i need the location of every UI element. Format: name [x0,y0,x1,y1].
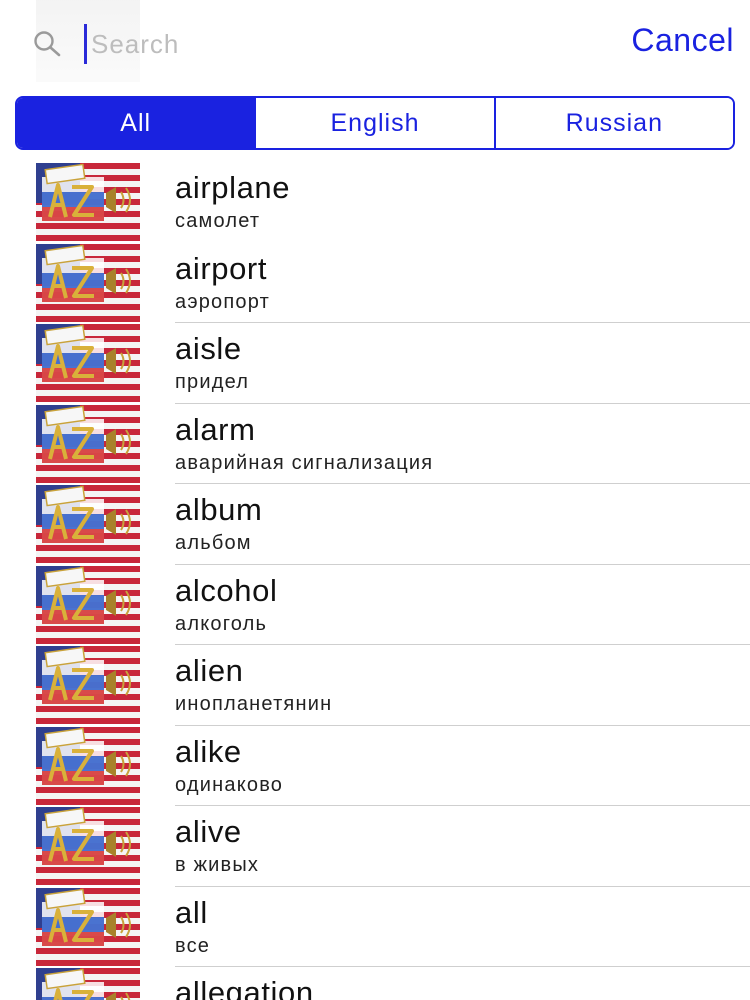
word-label: alarm [175,411,256,447]
az-dictionary-flag-icon [36,807,140,885]
list-item-7[interactable]: alike одинаково [0,726,750,806]
az-dictionary-flag-icon [36,324,140,402]
word-label: airplane [175,170,291,205]
word-label: aisle [175,331,242,366]
segment-all[interactable]: All [17,98,255,148]
search-icon [32,29,66,59]
list-item-10[interactable]: allegation [0,967,750,1000]
search-bar: Cancel [0,0,750,88]
az-dictionary-flag-icon [36,163,140,241]
translation-label: аэропорт [175,290,270,313]
segment-russian[interactable]: Russian [493,98,733,148]
list-item-1[interactable]: airport аэропорт [0,243,750,323]
translation-label: самолет [175,210,261,232]
az-dictionary-flag-icon [36,887,140,966]
word-label: alien [175,653,244,688]
list-item-2[interactable]: aisle придел [0,323,750,404]
word-label: airport [175,250,268,286]
search-input[interactable] [84,24,531,64]
translation-label: все [175,934,211,957]
word-label: alcohol [175,572,278,608]
word-label: alike [175,733,242,769]
translation-label: одинаково [175,773,284,796]
list-item-4[interactable]: album альбом [0,484,750,565]
translation-label: альбом [175,532,252,554]
list-item-3[interactable]: alarm аварийная сигнализация [0,404,750,484]
translation-label: инопланетянин [175,693,333,715]
list-item-9[interactable]: all все [0,887,750,967]
az-dictionary-flag-icon [36,404,140,483]
translation-label: алкоголь [175,612,268,635]
word-label: allegation [175,975,314,1000]
list-item-0[interactable]: airplane самолет [0,162,750,243]
word-list: airplane самолет airport аэропорт aisle … [0,162,750,1000]
word-label: all [175,894,208,930]
list-item-5[interactable]: alcohol алкоголь [0,565,750,645]
translation-label: придел [175,371,250,393]
language-filter-segmented-control: All English Russian [15,96,735,150]
az-dictionary-flag-icon [36,726,140,805]
cancel-button[interactable]: Cancel [631,22,734,59]
az-dictionary-flag-icon [36,646,140,724]
list-item-6[interactable]: alien инопланетянин [0,645,750,726]
az-dictionary-flag-icon [36,968,140,1000]
az-dictionary-flag-icon [36,243,140,322]
word-label: alive [175,814,242,849]
segment-english[interactable]: English [254,98,494,148]
dictionary-search-screen: Cancel All English Russian airplane само… [0,0,750,1000]
list-item-8[interactable]: alive в живых [0,806,750,887]
translation-label: аварийная сигнализация [175,451,434,474]
az-dictionary-flag-icon [36,485,140,563]
translation-label: в живых [175,854,260,876]
word-label: album [175,492,263,527]
az-dictionary-flag-icon [36,565,140,644]
